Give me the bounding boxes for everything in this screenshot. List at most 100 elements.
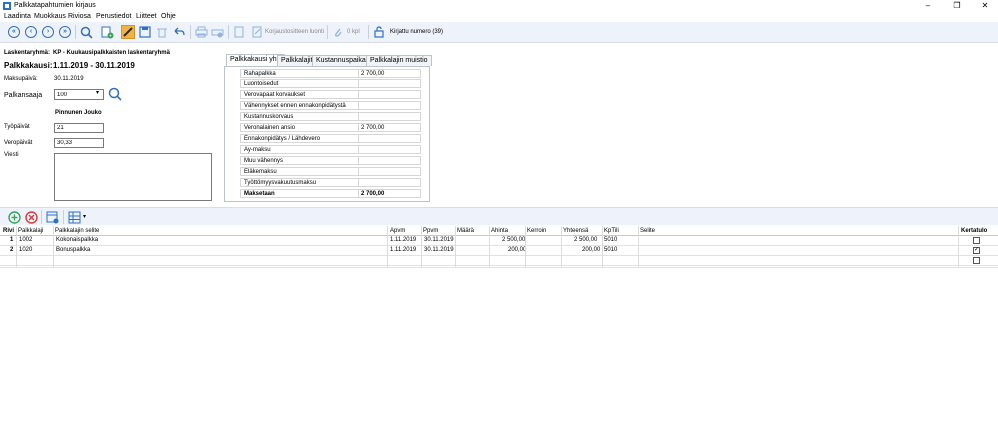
close-button[interactable]: ✕: [972, 0, 998, 12]
maksupaiva-value: 30.11.2019: [54, 76, 84, 82]
window-title: Palkkatapahtumien kirjaus: [14, 2, 96, 9]
menu-ohje[interactable]: Ohje: [161, 13, 176, 20]
laskentaryhma-label: Laskentaryhmä:: [4, 50, 51, 56]
tyopaivat-label: Työpäivät: [4, 124, 30, 130]
app-icon: [3, 2, 11, 10]
undo-icon: [174, 27, 185, 36]
table-row-empty[interactable]: [0, 256, 998, 266]
save-button[interactable]: [138, 25, 152, 39]
search-button[interactable]: [79, 25, 93, 39]
col-yhteensa[interactable]: Yhteensä: [563, 228, 588, 234]
kertatulo-checkbox[interactable]: [973, 257, 980, 264]
col-kerroin[interactable]: Kerroin: [527, 228, 546, 234]
summary-row: Työttömyysvakuutusmaksu: [240, 178, 422, 187]
kertatulo-checkbox[interactable]: [973, 237, 980, 244]
table-settings-icon: [46, 211, 58, 223]
column-divider: [53, 226, 54, 267]
grid-layout-button[interactable]: [67, 210, 81, 224]
col-selite[interactable]: Palkkalajin selite: [55, 228, 99, 234]
print-button[interactable]: [194, 25, 208, 39]
column-divider: [561, 226, 562, 267]
undo-button[interactable]: [172, 25, 186, 39]
restore-button[interactable]: ❐: [944, 0, 970, 12]
edit-button[interactable]: [121, 25, 135, 39]
print-preview-button[interactable]: [210, 25, 224, 39]
summary-row: Veronalainen ansio 2 700,00: [240, 123, 422, 132]
voucher-button[interactable]: [232, 25, 246, 39]
column-divider: [958, 226, 959, 267]
tab-palkkalajit[interactable]: Palkkalajit: [277, 55, 317, 66]
prev-record-button[interactable]: ‹: [24, 25, 38, 39]
table-row[interactable]: 2 1020 Bonuspalkka 1.11.2019 30.11.2019 …: [0, 246, 998, 256]
menu-liitteet[interactable]: Liitteet: [136, 13, 157, 20]
toolbar-separator: [190, 25, 191, 39]
save-icon: [139, 26, 151, 38]
menu-riviosa[interactable]: Riviosa: [68, 13, 91, 20]
summary-row: Verovapaat korvaukset: [240, 90, 422, 99]
chevron-down-icon[interactable]: ▾: [96, 89, 99, 96]
delete-button[interactable]: [155, 25, 169, 39]
correction-document-icon: [252, 26, 262, 38]
dropdown-arrow-icon[interactable]: ▾: [83, 213, 86, 220]
paperclip-icon: [335, 28, 342, 37]
tab-kustannuspaikat[interactable]: Kustannuspaikat: [312, 55, 372, 66]
document-icon: [234, 26, 244, 38]
attachment-button[interactable]: [331, 25, 345, 39]
column-divider: [387, 226, 388, 267]
col-kertatulo[interactable]: Kertatulo: [961, 228, 987, 234]
menu-laadinta[interactable]: Laadinta: [4, 13, 31, 20]
search-employee-icon[interactable]: [108, 87, 122, 101]
column-divider: [16, 226, 17, 267]
toolbar-separator: [63, 210, 64, 224]
menu-muokkaus[interactable]: Muokkaus: [34, 13, 66, 20]
tyopaivat-field[interactable]: [54, 123, 104, 133]
last-record-button[interactable]: »: [58, 25, 72, 39]
summary-row: Muu vähennys: [240, 156, 422, 165]
col-kptili[interactable]: KpTili: [604, 228, 619, 234]
toolbar-separator: [368, 25, 369, 39]
printer-icon: [195, 26, 207, 38]
status-text: Kirjattu numero (39): [390, 29, 444, 35]
kertatulo-checkbox-checked[interactable]: ✓: [973, 247, 980, 254]
toolbar-separator: [327, 25, 328, 39]
new-record-button[interactable]: +: [100, 25, 114, 39]
remove-row-button[interactable]: [24, 210, 38, 224]
korjaustosite-label[interactable]: Korjaustositteen luonti: [265, 29, 324, 35]
menu-perustiedot[interactable]: Perustiedot: [96, 13, 131, 20]
column-divider: [455, 226, 456, 267]
double-right-icon: »: [59, 26, 71, 38]
palkkakausi-value: 1.11.2019 - 30.11.2019: [53, 61, 135, 70]
summary-row: Ay-maksu: [240, 145, 422, 154]
maksupaiva-label: Maksupäivä:: [4, 76, 38, 82]
add-row-button[interactable]: [7, 210, 21, 224]
korjaustosite-button[interactable]: [250, 25, 264, 39]
veropaivat-field[interactable]: [54, 138, 104, 148]
viesti-label: Viesti: [4, 152, 19, 158]
tab-palkkalajin-muistio[interactable]: Palkkalajin muistio: [366, 55, 432, 66]
col-palkkalaji[interactable]: Palkkalaji: [18, 228, 43, 234]
title-bar: Palkkatapahtumien kirjaus – ❐ ✕: [0, 0, 998, 12]
first-record-button[interactable]: «: [7, 25, 21, 39]
summary-row: Eläkemaksu: [240, 167, 422, 176]
new-document-icon: +: [101, 26, 113, 39]
column-divider: [638, 226, 639, 267]
summary-row: Kustannuskorvaus: [240, 112, 422, 121]
grid-settings-button[interactable]: [45, 210, 59, 224]
minimize-button[interactable]: –: [915, 0, 941, 12]
lock-button[interactable]: [372, 25, 386, 39]
svg-text:+: +: [109, 33, 112, 39]
next-record-button[interactable]: ›: [41, 25, 55, 39]
col-apvm[interactable]: Apvm: [390, 228, 405, 234]
col-ahinta[interactable]: Ahinta: [491, 228, 508, 234]
viesti-textarea[interactable]: [54, 153, 212, 201]
col-rivi[interactable]: Rivi: [3, 228, 14, 234]
table-row[interactable]: 1 1002 Kokonaispalkka 1.11.2019 30.11.20…: [0, 236, 998, 246]
col-ppvm[interactable]: Ppvm: [423, 228, 438, 234]
search-icon: [80, 26, 93, 39]
col-maara[interactable]: Määrä: [457, 228, 474, 234]
lock-open-icon: [374, 26, 384, 38]
tab-palkkakausi[interactable]: Palkkakausi yht.: [226, 54, 285, 66]
col-selite2[interactable]: Selite: [640, 228, 655, 234]
double-left-icon: «: [8, 26, 20, 38]
attachment-count: 0 kpl: [347, 29, 360, 35]
